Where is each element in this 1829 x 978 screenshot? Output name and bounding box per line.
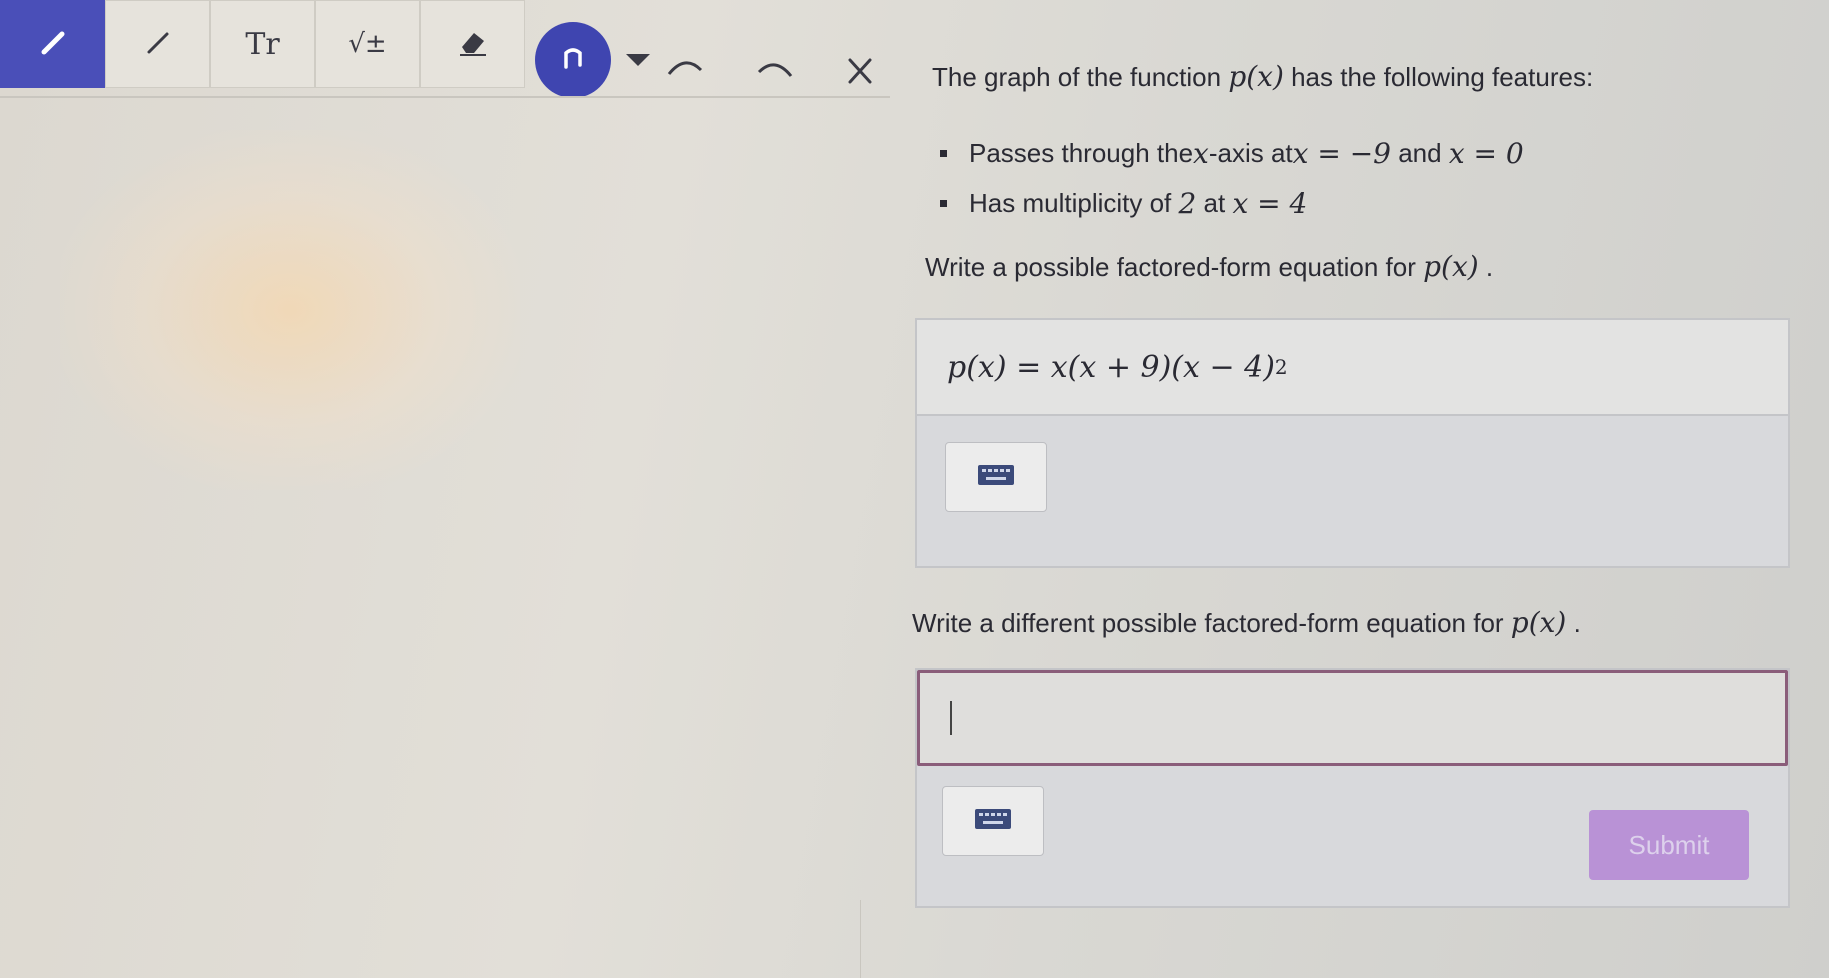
prompt-function: p(x) — [1423, 250, 1479, 283]
prompt-1: Write a possible factored-form equation … — [925, 250, 1493, 283]
undo-button[interactable] — [535, 22, 611, 98]
prompt-2: Write a different possible factored-form… — [912, 606, 1581, 639]
prompt-text: Write a different possible factored-form… — [912, 608, 1511, 638]
keyboard-icon — [976, 462, 1016, 493]
arc-right-icon[interactable] — [755, 54, 795, 89]
feature-text: Passes through the — [969, 137, 1194, 168]
feature-list: Passes through the x -axis at x = −9 and… — [940, 128, 1524, 228]
question-intro: The graph of the function p(x) has the f… — [932, 60, 1593, 93]
canvas-edge — [860, 900, 861, 978]
intro-text-end: has the following features: — [1283, 62, 1594, 92]
keyboard-button-1[interactable] — [945, 442, 1047, 512]
prompt-text-end: . — [1566, 608, 1581, 638]
text-tool-button[interactable]: Tr — [210, 0, 315, 88]
pen-tool-button[interactable] — [0, 0, 105, 88]
feature-math: x = 0 — [1448, 136, 1524, 170]
bullet-icon — [940, 199, 947, 207]
drawing-toolbar: Tr √± — [0, 0, 890, 98]
feature-item: Has multiplicity of 2 at x = 4 — [940, 178, 1524, 228]
light-glare — [60, 130, 520, 490]
prompt-text-end: . — [1478, 252, 1494, 282]
answer-card-2: Submit — [915, 668, 1790, 908]
pencil-icon — [36, 25, 70, 64]
prompt-function: p(x) — [1510, 606, 1567, 639]
feature-math: x = −9 — [1292, 136, 1391, 170]
eraser-icon — [456, 25, 490, 64]
answer-1-field[interactable]: p(x) = x(x + 9)(x − 4) 2 — [917, 320, 1788, 416]
undo-icon — [556, 41, 590, 80]
answer-card-1: p(x) = x(x + 9)(x − 4) 2 — [915, 318, 1790, 568]
intro-text: The graph of the function — [932, 62, 1229, 92]
caret-down-icon[interactable] — [618, 44, 658, 79]
feature-text: -axis at — [1208, 137, 1293, 168]
answer-1-exponent: 2 — [1274, 355, 1288, 379]
line-icon — [141, 25, 175, 64]
feature-math: 2 — [1178, 186, 1197, 220]
canvas-divider — [0, 96, 890, 98]
prompt-text: Write a possible factored-form equation … — [925, 252, 1424, 282]
arc-left-icon[interactable] — [665, 52, 705, 87]
feature-text: Has multiplicity of — [969, 187, 1179, 218]
keyboard-icon — [973, 806, 1013, 837]
text-caret — [950, 701, 952, 735]
text-icon: Tr — [245, 26, 280, 62]
math-tool-button[interactable]: √± — [315, 0, 420, 88]
answer-2-field[interactable] — [917, 670, 1788, 766]
feature-text: and — [1390, 137, 1449, 168]
keyboard-button-2[interactable] — [942, 786, 1044, 856]
answer-1-text: p(x) = x(x + 9)(x − 4) — [947, 349, 1275, 385]
eraser-tool-button[interactable] — [420, 0, 525, 88]
feature-var: x — [1193, 136, 1209, 170]
close-icon[interactable] — [840, 56, 880, 91]
intro-function: p(x) — [1228, 60, 1284, 93]
feature-math: x = 4 — [1232, 186, 1308, 220]
bullet-icon — [940, 149, 947, 157]
feature-text: at — [1196, 187, 1233, 218]
sqrt-icon: √± — [348, 29, 387, 59]
feature-item: Passes through the x -axis at x = −9 and… — [940, 128, 1524, 178]
line-tool-button[interactable] — [105, 0, 210, 88]
submit-button[interactable]: Submit — [1589, 810, 1749, 880]
